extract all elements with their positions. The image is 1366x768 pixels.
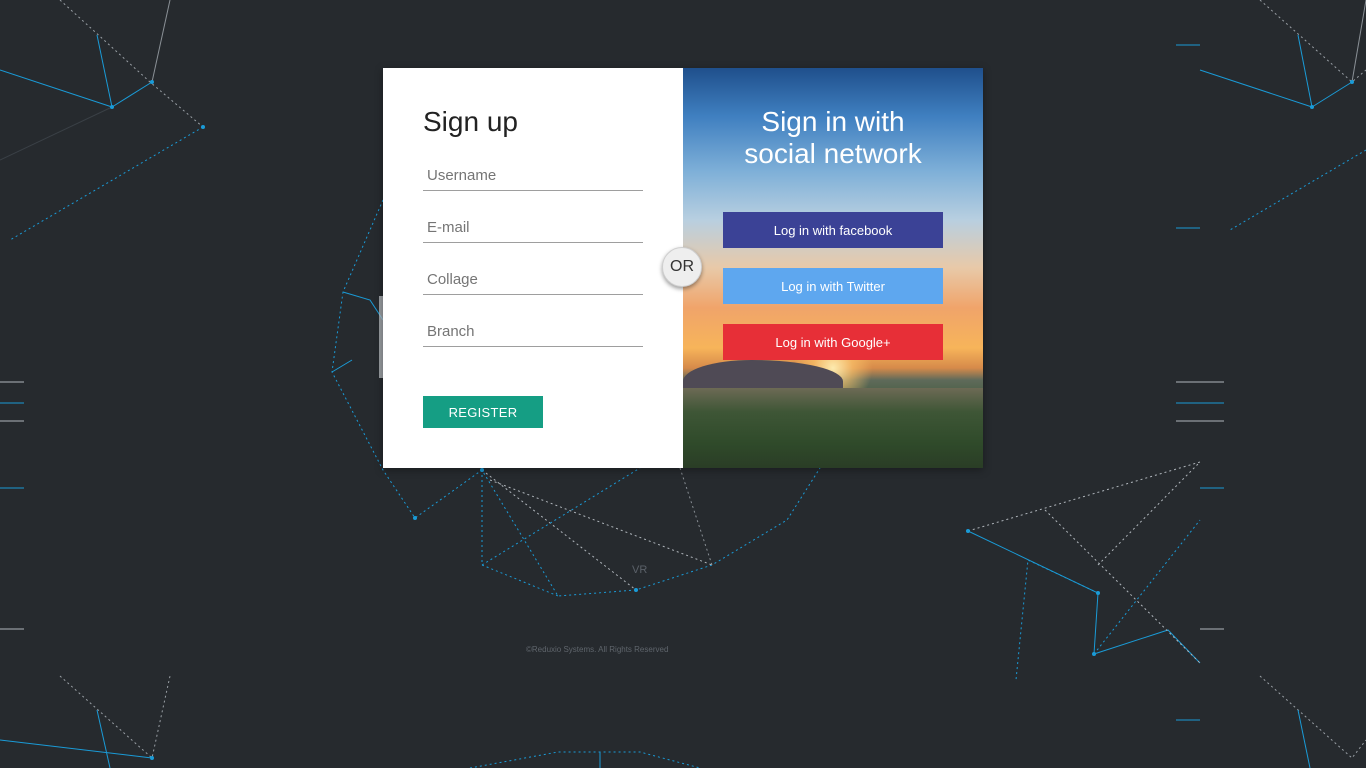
copyright-footer: ©Reduxio Systems. All Rights Reserved — [526, 645, 669, 654]
background-watermark: VR — [632, 564, 648, 576]
sunset-image-land — [683, 388, 983, 468]
social-signin-title: Sign in with social network — [683, 106, 983, 170]
register-button[interactable]: REGISTER — [423, 396, 543, 428]
college-input[interactable] — [423, 265, 643, 295]
or-divider-badge: OR — [662, 247, 702, 287]
social-title-line1: Sign in with — [761, 106, 905, 137]
signup-title: Sign up — [423, 106, 518, 137]
email-input[interactable] — [423, 213, 643, 243]
signup-panel: Sign up REGISTER — [383, 68, 683, 468]
username-input[interactable] — [423, 161, 643, 191]
facebook-login-button[interactable]: Log in with facebook — [723, 212, 943, 248]
social-signin-panel: Sign in with social network Log in with … — [683, 68, 983, 468]
google-plus-login-button[interactable]: Log in with Google+ — [723, 324, 943, 360]
branch-input[interactable] — [423, 317, 643, 347]
social-title-line2: social network — [744, 138, 922, 169]
twitter-login-button[interactable]: Log in with Twitter — [723, 268, 943, 304]
